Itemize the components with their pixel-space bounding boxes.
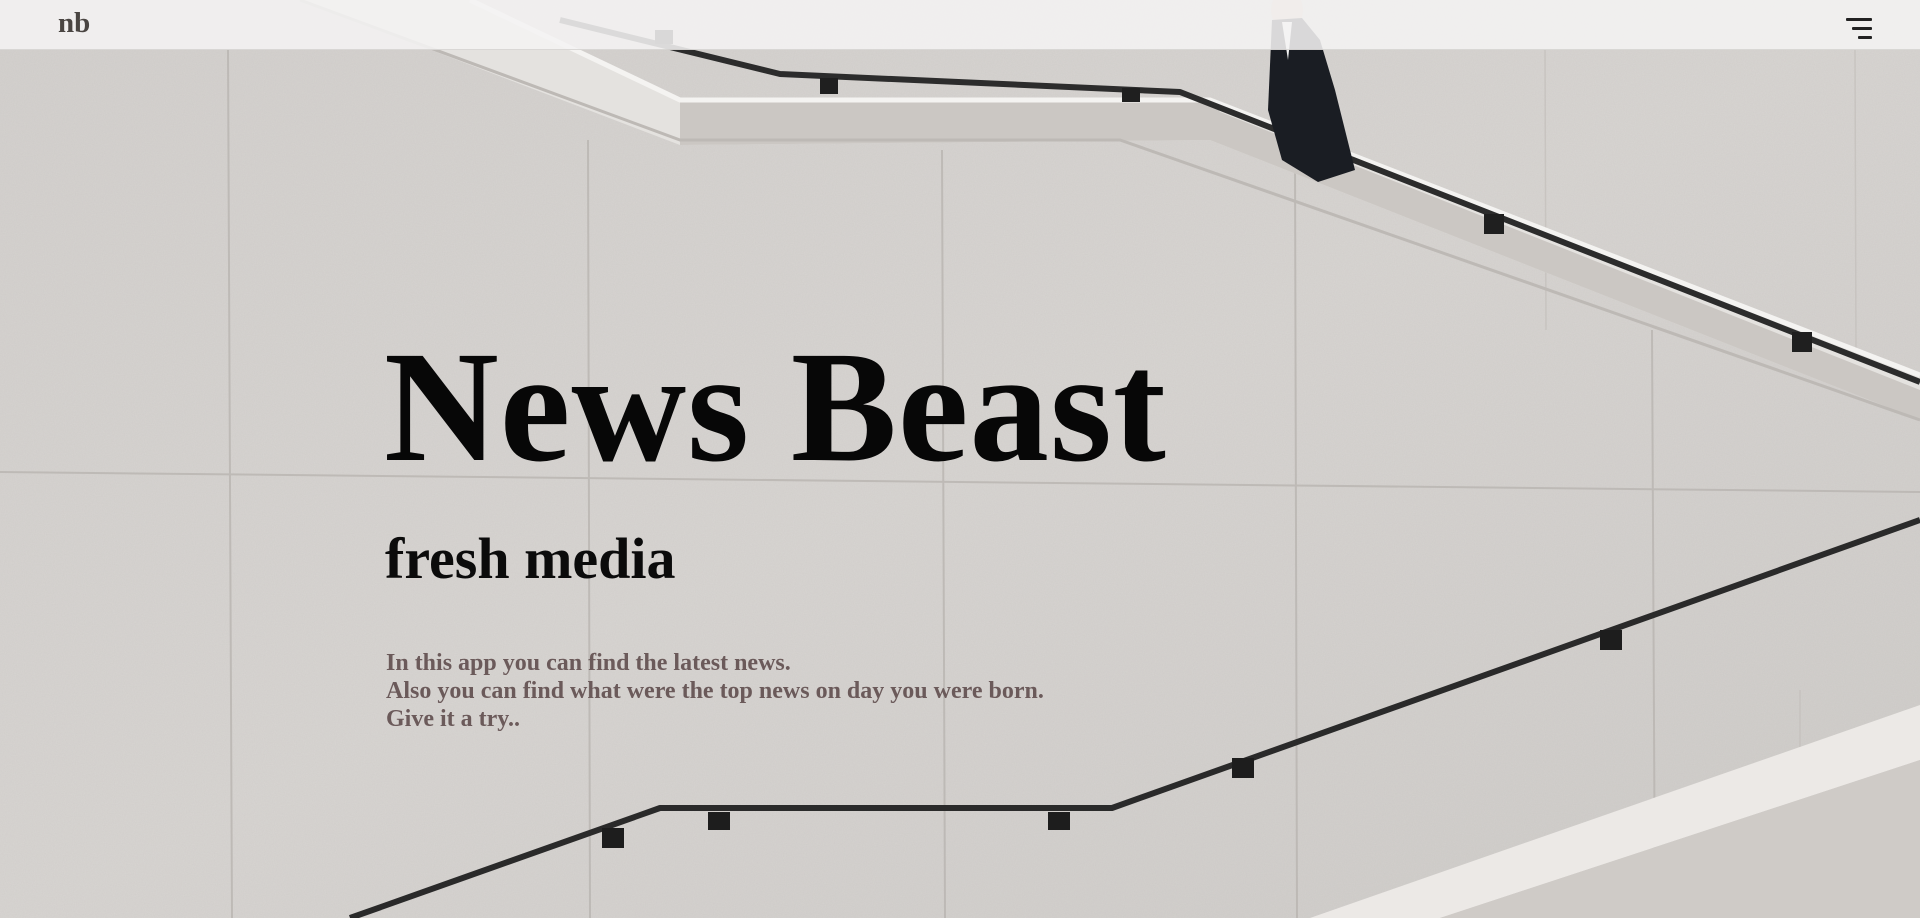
hero-description-line: Also you can find what were the top news… — [386, 678, 1044, 704]
hero-description-line: In this app you can find the latest news… — [386, 650, 791, 676]
hero-description-line: Give it a try.. — [386, 706, 520, 732]
menu-line — [1852, 27, 1872, 30]
hero-title: News Beast — [384, 319, 1167, 495]
top-navigation-bar: nb — [0, 0, 1920, 50]
menu-line — [1846, 18, 1872, 21]
hamburger-menu-icon[interactable] — [1844, 18, 1872, 42]
hero-description: In this app you can find the latest news… — [386, 649, 1044, 733]
hero-subtitle: fresh media — [385, 526, 676, 591]
menu-line — [1858, 36, 1872, 39]
site-logo[interactable]: nb — [58, 7, 90, 40]
